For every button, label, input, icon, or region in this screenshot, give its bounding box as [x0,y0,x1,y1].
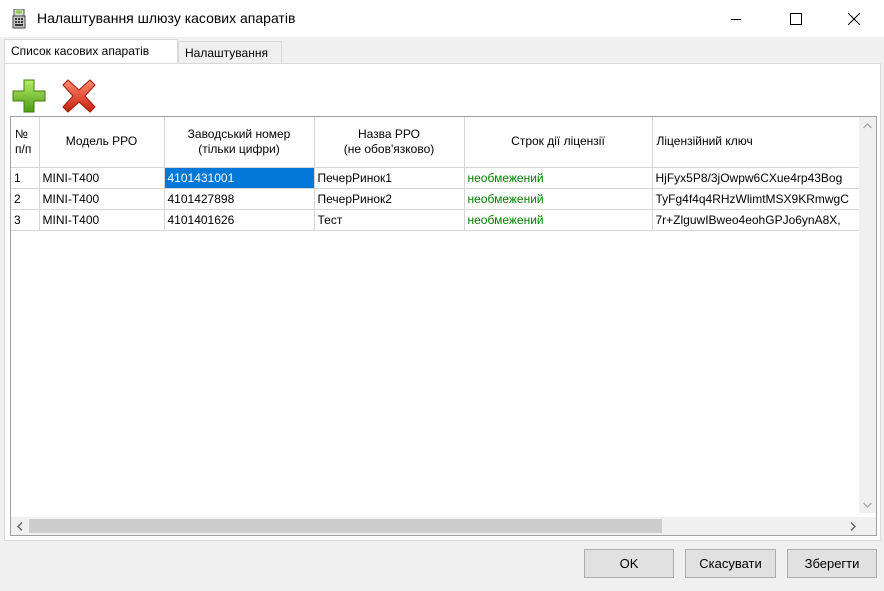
cell-serial[interactable]: 4101427898 [164,188,315,210]
toolbar [5,64,880,116]
cell-license-term[interactable]: необмежений [464,188,653,210]
header-license-key[interactable]: Ліцензійний ключ [652,117,868,168]
settings-window: Налаштування шлюзу касових апаратів Спис… [0,0,884,591]
cell-model[interactable]: MINI-T400 [39,188,165,210]
window-title: Налаштування шлюзу касових апаратів [37,10,296,26]
vertical-scrollbar[interactable] [859,117,876,513]
header-name[interactable]: Назва РРО (не обов'язково) [314,117,465,168]
cell-model[interactable]: MINI-T400 [39,209,165,231]
cell-license-term[interactable]: необмежений [464,209,653,231]
cell-license-term[interactable]: необмежений [464,167,653,189]
close-icon [848,12,860,25]
tab-settings[interactable]: Налаштування [178,41,282,63]
tab-label: Список касових апаратів [11,44,150,58]
close-button[interactable] [831,0,877,37]
title-bar: Налаштування шлюзу касових апаратів [0,0,884,37]
scroll-down-icon[interactable] [859,496,876,513]
cell-license-key[interactable]: HjFyx5P8/3jOwpw6CXue4rp43Bog [652,167,868,189]
table-row[interactable]: 3 MINI-T400 4101401626 Тест необмежений … [11,209,868,231]
cell-name[interactable]: Тест [314,209,465,231]
tab-strip: Список касових апаратів Налаштування [0,39,884,65]
device-table[interactable]: № п/п Модель РРО Заводський номер (тільки … [10,116,877,536]
maximize-icon [790,12,802,25]
scroll-corner [859,517,876,535]
cell-model[interactable]: MINI-T400 [39,167,165,189]
tab-device-list[interactable]: Список касових апаратів [4,39,178,65]
scroll-left-icon[interactable] [11,518,28,535]
cell-license-key[interactable]: TyFg4f4q4RHzWlimtMSX9KRmwgC [652,188,868,210]
cell-serial[interactable]: 4101401626 [164,209,315,231]
cell-license-key[interactable]: 7r+ZlguwIBweo4eohGPJo6ynA8X, [652,209,868,231]
minimize-button[interactable] [713,0,759,37]
horizontal-scrollbar[interactable] [11,517,861,535]
cash-register-icon [12,9,26,29]
table-header-row: № п/п Модель РРО Заводський номер (тільки … [11,117,868,168]
horizontal-scroll-thumb[interactable] [29,519,662,533]
ok-button[interactable]: OK [584,549,674,578]
scroll-up-icon[interactable] [859,117,876,134]
cell-serial[interactable]: 4101431001 [164,167,315,189]
table-row[interactable]: 2 MINI-T400 4101427898 ПечерРинок2 необм… [11,188,868,210]
header-serial[interactable]: Заводський номер (тільки цифри) [164,117,315,168]
plus-icon[interactable] [11,78,47,114]
maximize-button[interactable] [773,0,819,37]
header-license-term[interactable]: Строк дії ліцензії [464,117,653,168]
save-button[interactable]: Зберегти [787,549,877,578]
header-num[interactable]: № п/п [11,117,40,168]
cell-name[interactable]: ПечерРинок1 [314,167,465,189]
table-row[interactable]: 1 MINI-T400 4101431001 ПечерРинок1 необм… [11,167,868,189]
cell-num[interactable]: 1 [11,167,40,189]
cancel-button[interactable]: Скасувати [685,549,776,578]
tab-panel: № п/п Модель РРО Заводський номер (тільки … [4,63,881,541]
cell-num[interactable]: 2 [11,188,40,210]
tab-label: Налаштування [185,46,268,60]
dialog-buttons: OK Скасувати Зберегти [0,541,884,591]
x-icon[interactable] [61,78,97,114]
header-model[interactable]: Модель РРО [39,117,165,168]
device-table-grid: № п/п Модель РРО Заводський номер (тільки … [11,117,868,231]
cell-num[interactable]: 3 [11,209,40,231]
cell-name[interactable]: ПечерРинок2 [314,188,465,210]
minimize-icon [731,18,741,20]
